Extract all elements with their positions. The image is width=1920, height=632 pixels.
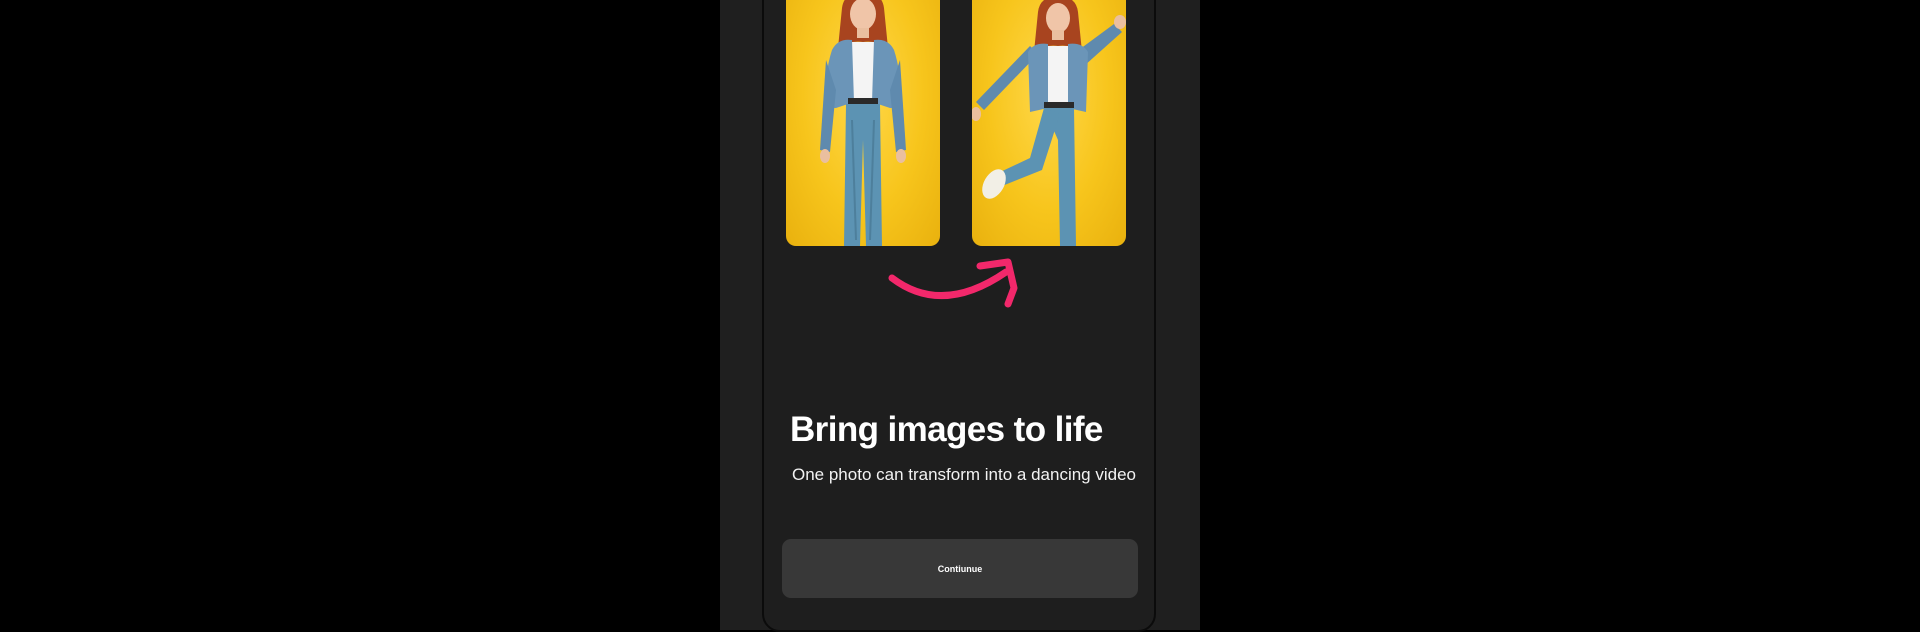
onboarding-subtitle: One photo can transform into a dancing v… — [792, 465, 1136, 484]
curved-arrow-icon — [888, 258, 1018, 308]
before-photo — [786, 0, 940, 246]
after-photo — [972, 0, 1126, 246]
continue-button[interactable]: Contiunue — [782, 539, 1138, 598]
onboarding-title: Bring images to life — [790, 410, 1103, 449]
woman-standing-photo — [820, 0, 906, 246]
woman-dancing-photo — [972, 0, 1126, 246]
screen: Bring images to life One photo can trans… — [0, 0, 1920, 632]
